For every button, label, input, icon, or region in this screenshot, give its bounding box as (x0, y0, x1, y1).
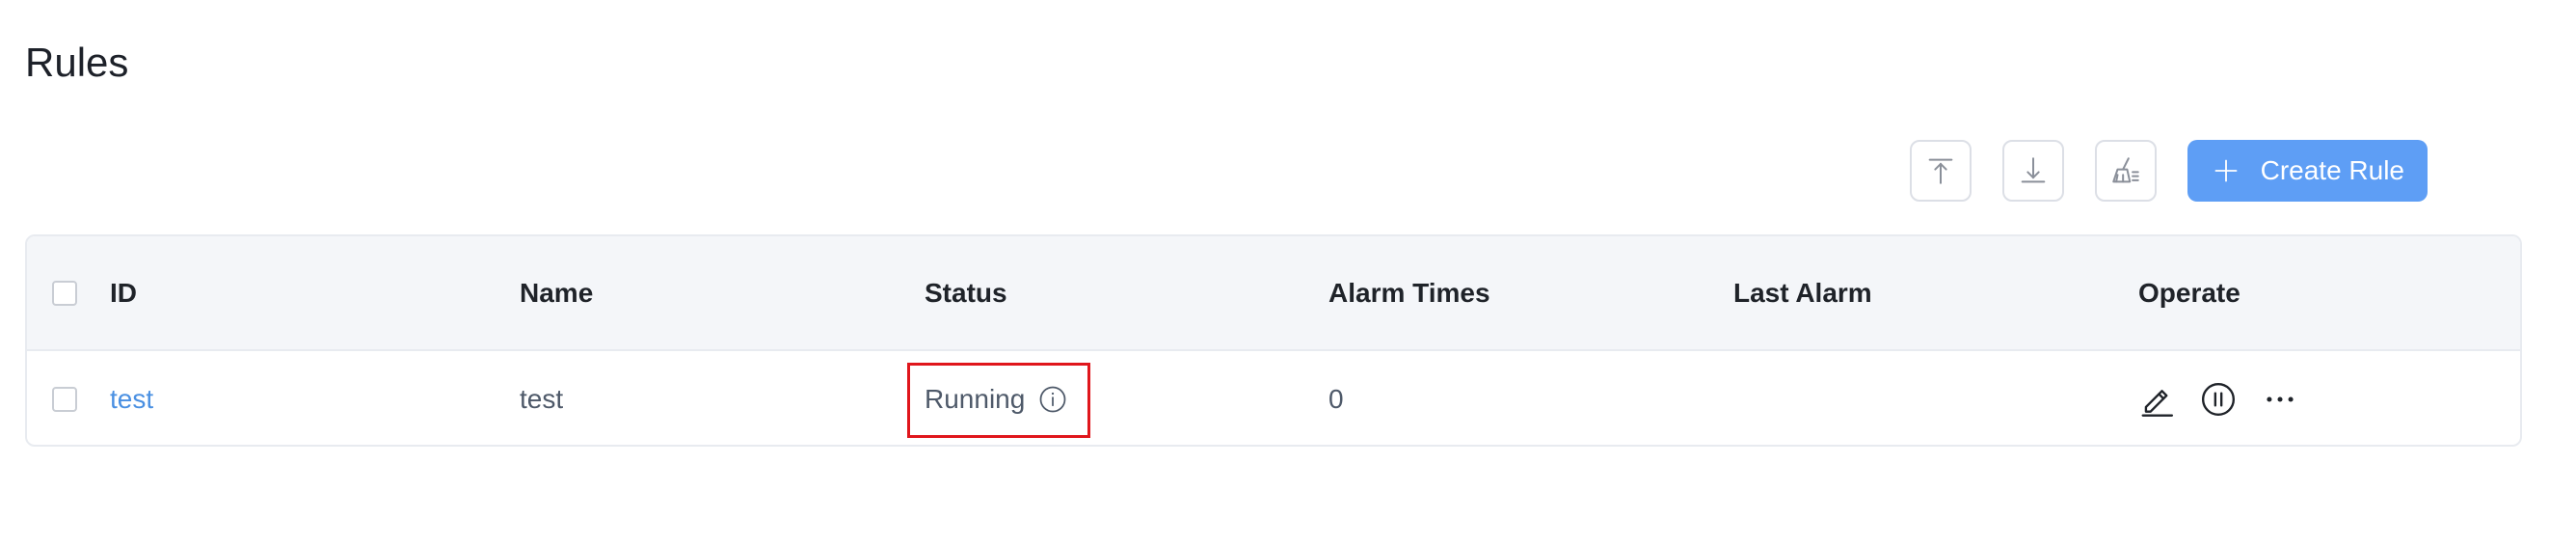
rules-table: ID Name Status Alarm Times Last Alarm Op… (25, 234, 2522, 447)
row-checkbox[interactable] (52, 386, 77, 412)
column-header-id[interactable]: ID (110, 236, 137, 349)
table-header: ID Name Status Alarm Times Last Alarm Op… (27, 236, 2520, 351)
rules-page: Rules Create Rule ID Name Status Alarm T… (0, 0, 2576, 546)
pause-icon[interactable] (2200, 381, 2237, 418)
download-icon (2021, 157, 2045, 183)
operate-cell (2138, 351, 2298, 445)
create-rule-button[interactable]: Create Rule (2187, 140, 2428, 202)
column-header-alarm-times[interactable]: Alarm Times (1328, 236, 1490, 349)
toolbar: Create Rule (1909, 140, 2428, 202)
column-header-last-alarm[interactable]: Last Alarm (1733, 236, 1872, 349)
plus-icon (2214, 159, 2238, 182)
column-header-name[interactable]: Name (520, 236, 593, 349)
import-button[interactable] (1909, 140, 1972, 202)
select-all-checkbox[interactable] (52, 280, 77, 306)
broom-icon (2111, 157, 2139, 183)
edit-icon[interactable] (2138, 381, 2175, 418)
more-icon[interactable] (2262, 381, 2298, 418)
row-select-cell (52, 351, 77, 445)
info-icon[interactable] (1038, 385, 1067, 414)
rule-id-cell: test (110, 351, 153, 445)
column-header-status[interactable]: Status (925, 236, 1007, 349)
status-text: Running (925, 383, 1026, 414)
upload-icon (1928, 158, 1952, 184)
alarm-times-cell: 0 (1328, 383, 1344, 414)
header-select-cell (52, 236, 77, 349)
create-rule-label: Create Rule (2260, 155, 2404, 185)
rule-id-link[interactable]: test (110, 384, 153, 415)
rule-status-cell: Running (925, 351, 1067, 445)
table-row: test test Running 0 (27, 351, 2520, 445)
page-title: Rules (25, 40, 129, 85)
column-header-operate: Operate (2138, 277, 2241, 308)
export-button[interactable] (2001, 140, 2064, 202)
clean-button[interactable] (2094, 140, 2157, 202)
rule-name-cell: test (520, 383, 564, 414)
